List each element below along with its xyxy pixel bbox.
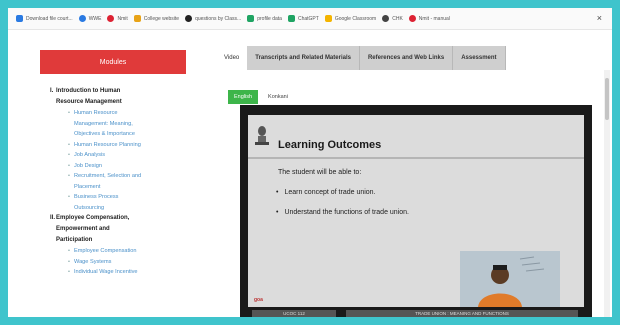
bullet-icon: • — [68, 269, 70, 275]
bullet-icon: • — [68, 162, 70, 169]
bullet-icon: • — [276, 209, 279, 216]
bookmark-item[interactable]: Google Classroom — [324, 15, 376, 22]
slide-title: Learning Outcomes — [278, 139, 382, 151]
tab-references[interactable]: References and Web Links — [359, 46, 454, 70]
bookmark-item[interactable]: Nmit — [107, 15, 128, 22]
bookmark-item[interactable]: Download file court... — [16, 15, 73, 22]
bullet-icon: • — [68, 248, 70, 254]
tab-video[interactable]: Video — [216, 46, 248, 70]
bullet-icon: • — [276, 189, 279, 196]
globe-icon — [78, 15, 86, 22]
slide-intro: The student will be able to: — [278, 169, 362, 176]
module-item[interactable]: • Human Resource Management: Meaning, Ob… — [40, 108, 186, 140]
video-player[interactable]: Learning Outcomes The student will be ab… — [240, 105, 592, 317]
language-selector: English Konkani — [228, 90, 288, 104]
module-item[interactable]: • Employee Compensation — [40, 246, 186, 257]
logo-mark: goa — [254, 297, 263, 303]
bookmark-item[interactable]: questions by Class... — [185, 15, 241, 22]
module-list: I. Introduction to Human Resource Manage… — [40, 86, 186, 278]
question-icon — [185, 15, 193, 22]
modules-sidebar: Modules I. Introduction to Human Resourc… — [40, 50, 186, 317]
modules-header: Modules — [40, 50, 186, 74]
title-divider — [248, 157, 584, 159]
language-english-button[interactable]: English — [228, 90, 259, 104]
slide-bullet: • Understand the functions of trade union… — [276, 209, 409, 216]
bookmark-item[interactable]: College website — [133, 15, 179, 22]
classroom-icon — [324, 15, 332, 22]
language-konkani-button[interactable]: Konkani — [268, 94, 288, 100]
lecture-slide: Learning Outcomes The student will be ab… — [248, 115, 584, 307]
course-code: UCOC 112 — [252, 310, 336, 317]
pin-icon — [408, 15, 416, 22]
scrollbar-thumb[interactable] — [605, 78, 609, 120]
presenter-icon — [460, 251, 560, 307]
bullet-icon: • — [68, 194, 70, 200]
bookmark-item[interactable]: profile data — [247, 15, 282, 22]
module-item[interactable]: • Wage Systems — [40, 257, 186, 268]
module-item[interactable]: • Business Process Outsourcing — [40, 192, 186, 213]
bullet-icon: • — [68, 173, 70, 179]
slide-bullet: • Learn concept of trade union. — [276, 189, 376, 196]
presenter-video — [460, 251, 560, 307]
bookmark-item[interactable]: ChatGPT — [287, 15, 319, 22]
tab-transcripts[interactable]: Transcripts and Related Materials — [247, 46, 360, 70]
browser-window: Download file court... WWE Nmit College … — [8, 8, 612, 317]
bookmark-item[interactable]: Nmit - manual — [408, 15, 450, 22]
module-item[interactable]: • Job Analysis — [40, 150, 186, 161]
content-tabs: Video Transcripts and Related Materials … — [216, 46, 506, 70]
module-item[interactable]: • Human Resource Planning — [40, 140, 186, 151]
pin-icon — [107, 15, 115, 22]
module-section-title[interactable]: II. Employee Compensation, Empowerment a… — [40, 213, 186, 246]
bullet-icon: • — [68, 258, 70, 265]
bullet-icon: • — [68, 141, 70, 148]
bookmarks-bar: Download file court... WWE Nmit College … — [8, 8, 612, 30]
close-icon[interactable]: × — [597, 13, 602, 23]
module-item[interactable]: • Job Design — [40, 161, 186, 172]
tab-assessment[interactable]: Assessment — [453, 46, 506, 70]
emblem-icon — [255, 126, 269, 145]
bullet-icon: • — [68, 152, 70, 158]
college-icon — [133, 15, 141, 22]
download-icon — [16, 15, 23, 22]
module-item[interactable]: • Recruitment, Selection and Placement — [40, 171, 186, 192]
lecture-title-bar: TRADE UNION : MEANING AND FUNCTIONS — [346, 310, 578, 317]
module-section-title[interactable]: I. Introduction to Human Resource Manage… — [40, 86, 186, 108]
bullet-icon: • — [68, 110, 70, 116]
bookmark-item[interactable]: CHK — [382, 15, 403, 22]
chrome-icon — [382, 15, 390, 22]
sheet-icon — [287, 15, 295, 22]
bookmark-item[interactable]: WWE — [78, 15, 101, 22]
sheet-icon — [247, 15, 255, 22]
module-item[interactable]: • Individual Wage Incentive — [40, 267, 186, 278]
